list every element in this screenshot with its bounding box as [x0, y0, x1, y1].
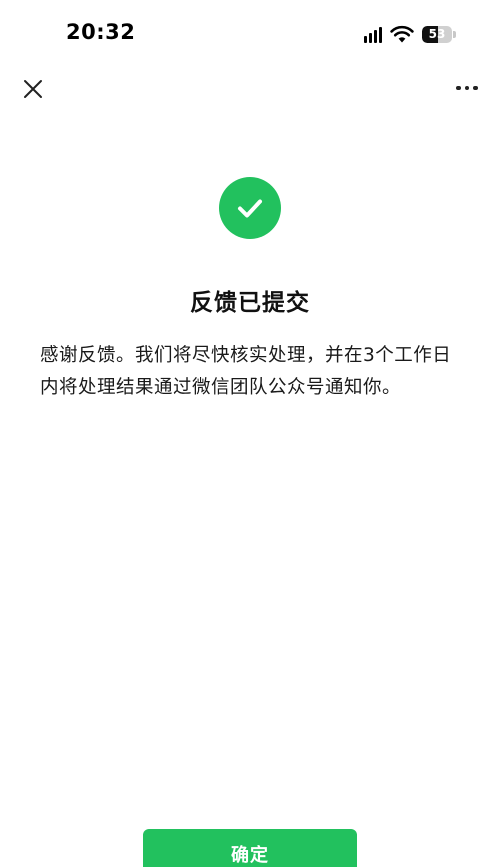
confirm-button[interactable]: 确定 [143, 829, 357, 867]
nav-bar [0, 66, 500, 110]
success-checkmark-icon [219, 177, 281, 239]
battery-level: 53 [428, 26, 446, 41]
close-icon [24, 80, 42, 98]
result-message: 感谢反馈。我们将尽快核实处理，并在3个工作日内将处理结果通过微信团队公众号通知你… [40, 345, 452, 398]
signal-icon [364, 25, 382, 43]
status-icons: 53 [364, 24, 456, 44]
feedback-submitted-screen: 20:32 53 反馈已提交 感谢反馈。我们将尽快核实处理，并在3个工作日内将处… [0, 0, 500, 867]
status-bar: 20:32 53 [0, 0, 500, 66]
more-icon-dot [473, 85, 478, 91]
more-icon-dot [456, 85, 461, 91]
status-time: 20:32 [66, 20, 136, 44]
page-title: 反馈已提交 [190, 290, 310, 316]
checkmark-icon [238, 199, 262, 218]
more-button[interactable] [452, 76, 482, 100]
wifi-icon [390, 25, 414, 43]
more-icon-dot [464, 85, 470, 91]
close-button[interactable] [18, 74, 48, 104]
battery-icon: 53 [422, 25, 452, 43]
